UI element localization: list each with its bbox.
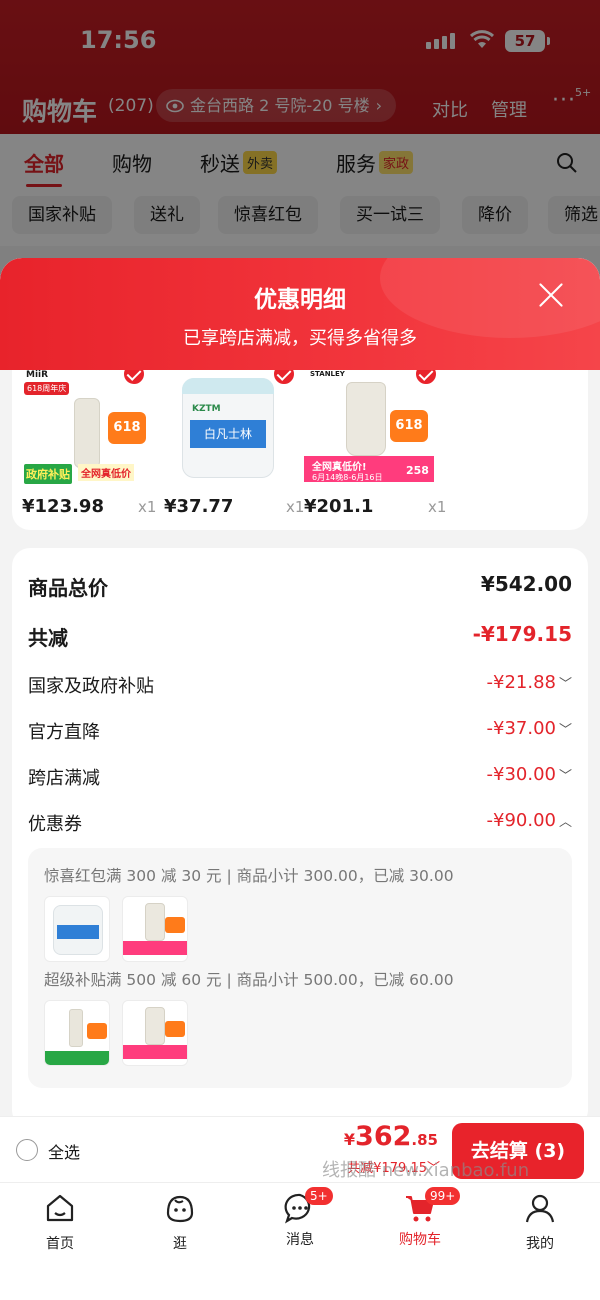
nav-cart-label: 购物车	[399, 1232, 441, 1248]
message-badge: 5+	[305, 1187, 333, 1205]
product-item[interactable]: STANLEY 618 全网真低价! 6月14晚8-6月16日 258 ¥201…	[304, 362, 446, 517]
total-reduction-label: 共减	[28, 626, 68, 650]
sheet-title: 优惠明细	[254, 287, 346, 313]
total-reduction-row: 共减 -¥179.15	[28, 622, 572, 652]
nav-browse-label: 逛	[173, 1236, 187, 1252]
product-item[interactable]: 白凡士林 KZTM ¥37.77 x1	[164, 362, 304, 517]
618-icon: 618	[390, 410, 428, 442]
promo-date: 6月14晚8-6月16日	[312, 473, 383, 482]
coupon-product-thumb	[122, 896, 188, 962]
product-qty: x1	[138, 498, 157, 516]
chevron-down-icon[interactable]: ﹀	[556, 719, 572, 738]
cart-icon: 99+	[403, 1187, 461, 1225]
anniversary-tag: 618周年庆	[24, 382, 70, 395]
promo-number: 258	[406, 464, 429, 477]
nav-browse[interactable]: 逛	[140, 1191, 220, 1253]
cross-store-label: 跨店满减	[28, 768, 100, 789]
coupon-line: 超级补贴满 500 减 60 元 | 商品小计 500.00，已减 60.00	[44, 971, 454, 989]
select-all-radio[interactable]	[16, 1139, 38, 1161]
product-price: ¥201.1	[304, 496, 374, 517]
discount-summary-card: 商品总价 ¥542.00 共减 -¥179.15 国家及政府补贴 -¥21.88…	[12, 548, 588, 1116]
discount-detail-sheet: 618周年庆 MiiR 618 政府补贴 全网真低价 ¥123.98 x1 白凡…	[0, 258, 600, 1116]
watermark: 线报酷 new.xianbao.fun	[322, 1160, 530, 1181]
product-price: ¥37.77	[164, 496, 234, 517]
product-image: STANLEY 618 全网真低价! 6月14晚8-6月16日 258	[304, 368, 434, 490]
product-price: ¥123.98	[22, 496, 104, 517]
message-icon: 5+	[283, 1187, 333, 1225]
sheet-header: 优惠明细 已享跨店满减，买得多省得多	[0, 258, 600, 370]
total-price-row: 商品总价 ¥542.00	[28, 572, 572, 602]
checkout-total: ¥362.85	[344, 1121, 438, 1152]
total-integer: 362	[355, 1121, 412, 1152]
coupon-value: -¥90.00	[486, 810, 556, 831]
cross-store-value: -¥30.00	[486, 764, 556, 785]
total-price-label: 商品总价	[28, 576, 108, 600]
nav-home-label: 首页	[46, 1236, 74, 1252]
brand-mark: MiiR	[26, 370, 49, 380]
nav-profile-label: 我的	[526, 1236, 554, 1252]
coupon-product-thumb	[44, 896, 110, 962]
chevron-down-icon[interactable]: ﹀	[556, 765, 572, 784]
total-reduction-value: -¥179.15	[472, 622, 572, 646]
lowest-price-tag: 全网真低价!	[312, 462, 367, 473]
gov-subsidy-label: 国家及政府补贴	[28, 676, 154, 697]
product-image: 618周年庆 MiiR 618 政府补贴 全网真低价	[22, 368, 152, 490]
bottom-navigation: 首页 逛 5+ 消息 99+ 购物车 我的	[0, 1182, 600, 1300]
brand-mark: KZTM	[192, 404, 221, 414]
jar-label: 白凡士林	[190, 420, 266, 448]
618-icon: 618	[108, 412, 146, 444]
official-discount-value: -¥37.00	[486, 718, 556, 739]
nav-cart[interactable]: 99+ 购物车	[380, 1187, 461, 1249]
official-discount-label: 官方直降	[28, 722, 100, 743]
selected-products-card: 618周年庆 MiiR 618 政府补贴 全网真低价 ¥123.98 x1 白凡…	[12, 356, 588, 530]
home-icon	[46, 1194, 74, 1222]
select-all-label[interactable]: 全选	[48, 1139, 80, 1163]
chevron-down-icon[interactable]: ﹀	[556, 673, 572, 692]
cart-badge: 99+	[425, 1187, 461, 1205]
product-image: 白凡士林 KZTM	[164, 368, 294, 490]
sheet-subtitle: 已享跨店满减，买得多省得多	[183, 328, 417, 349]
product-qty: x1	[286, 498, 305, 516]
subsidy-badge: 政府补贴	[24, 464, 72, 484]
profile-icon	[525, 1194, 555, 1223]
cross-store-row[interactable]: 跨店满减 -¥30.00 ﹀	[28, 764, 572, 794]
official-discount-row[interactable]: 官方直降 -¥37.00 ﹀	[28, 718, 572, 748]
coupon-row[interactable]: 优惠券 -¥90.00 ︿	[28, 810, 572, 840]
product-qty: x1	[428, 498, 447, 516]
nav-home[interactable]: 首页	[20, 1191, 100, 1253]
gov-subsidy-row[interactable]: 国家及政府补贴 -¥21.88 ﹀	[28, 672, 572, 702]
gov-subsidy-value: -¥21.88	[486, 672, 556, 693]
coupon-label: 优惠券	[28, 814, 82, 835]
coupon-line: 惊喜红包满 300 减 30 元 | 商品小计 300.00，已减 30.00	[44, 867, 454, 885]
total-decimal: .85	[411, 1131, 438, 1149]
total-price-value: ¥542.00	[480, 572, 572, 596]
coupon-product-thumb	[44, 1000, 110, 1066]
coupon-detail-box: 惊喜红包满 300 减 30 元 | 商品小计 300.00，已减 30.00 …	[28, 848, 572, 1088]
browse-icon	[166, 1195, 194, 1223]
brand-mark: STANLEY	[310, 370, 345, 378]
nav-profile[interactable]: 我的	[500, 1191, 580, 1253]
product-item[interactable]: 618周年庆 MiiR 618 政府补贴 全网真低价 ¥123.98 x1	[22, 362, 156, 517]
nav-messages-label: 消息	[286, 1232, 314, 1248]
coupon-product-thumb	[122, 1000, 188, 1066]
nav-messages[interactable]: 5+ 消息	[260, 1187, 340, 1249]
currency-symbol: ¥	[343, 1130, 356, 1149]
close-icon[interactable]	[536, 280, 566, 310]
lowest-price-tag: 全网真低价	[78, 464, 134, 481]
chevron-up-icon[interactable]: ︿	[556, 811, 572, 830]
